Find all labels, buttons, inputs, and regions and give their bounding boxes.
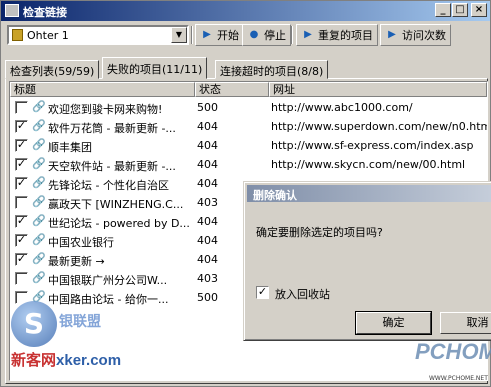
row-status: 404 bbox=[197, 234, 218, 247]
link-icon: 🔗 bbox=[32, 119, 46, 132]
start-button-label: 开始 bbox=[217, 29, 239, 42]
link-icon: 🔗 bbox=[32, 233, 46, 246]
row-url: http://www.abc1000.com/ bbox=[271, 101, 413, 114]
toolbar: Ohter 1 ▼ ▶ 开始 ● 停止 ▶ 重复的项目 ▶ 访问次数 bbox=[1, 23, 490, 49]
column-title-header[interactable]: 标题 bbox=[10, 82, 195, 97]
tab-timeout-items[interactable]: 连接超时的项目(8/8) bbox=[215, 60, 329, 79]
tab-failed-items[interactable]: 失败的项目(11/11) bbox=[102, 57, 208, 79]
table-row[interactable]: ✓ 🔗 天空软件站 - 最新更新 -... 404 http://www.skycn.c… bbox=[10, 155, 487, 174]
row-status: 404 bbox=[197, 177, 218, 190]
recycle-bin-checkbox-label[interactable]: 放入回收站 bbox=[275, 286, 330, 302]
toolbar-separator bbox=[291, 26, 293, 44]
link-icon: 🔗 bbox=[32, 195, 46, 208]
row-status: 404 bbox=[197, 120, 218, 133]
app-icon bbox=[5, 4, 19, 17]
row-title: 软件万花筒 - 最新更新 -... bbox=[48, 122, 176, 135]
visits-button-label: 访问次数 bbox=[402, 29, 446, 42]
link-icon: 🔗 bbox=[32, 214, 46, 227]
chevron-down-icon[interactable]: ▼ bbox=[171, 27, 187, 43]
row-title: 先锋论坛 - 个性化自治区 bbox=[48, 179, 169, 192]
title-bar: 检查链接 _ □ × bbox=[1, 1, 490, 21]
table-row[interactable]: ✓ 🔗 软件万花筒 - 最新更新 -... 404 http://www.superdo… bbox=[10, 117, 487, 136]
window-title: 检查链接 bbox=[23, 6, 67, 19]
row-checkbox[interactable] bbox=[15, 291, 28, 304]
visits-button[interactable]: ▶ 访问次数 bbox=[380, 24, 451, 46]
dialog-title: 删除确认 bbox=[247, 185, 491, 202]
row-checkbox[interactable]: ✓ bbox=[15, 253, 28, 266]
tab-check-list[interactable]: 检查列表(59/59) bbox=[5, 60, 100, 79]
stop-button-label: 停止 bbox=[264, 29, 286, 42]
row-checkbox[interactable] bbox=[15, 196, 28, 209]
link-icon: 🔗 bbox=[32, 138, 46, 151]
column-status-header[interactable]: 状态 bbox=[195, 82, 269, 97]
profile-combo-value: Ohter 1 bbox=[27, 29, 69, 42]
play-icon: ▶ bbox=[388, 29, 396, 40]
recycle-bin-checkbox[interactable]: ✓ bbox=[256, 286, 269, 299]
row-title: 最新更新 → bbox=[48, 255, 105, 268]
row-checkbox[interactable]: ✓ bbox=[15, 139, 28, 152]
link-icon: 🔗 bbox=[32, 157, 46, 170]
stop-button[interactable]: ● 停止 bbox=[242, 24, 291, 46]
row-status: 500 bbox=[197, 291, 218, 304]
link-icon: 🔗 bbox=[32, 100, 46, 113]
table-row[interactable]: ✓ 🔗 顺丰集团 404 http://www.sf-express.com/index… bbox=[10, 136, 487, 155]
row-title: 中国银联广州分公司W... bbox=[48, 274, 168, 287]
toolbar-separator bbox=[191, 26, 193, 44]
play-icon: ▶ bbox=[203, 29, 211, 40]
row-status: 403 bbox=[197, 196, 218, 209]
profile-combo[interactable]: Ohter 1 ▼ bbox=[7, 25, 189, 45]
row-checkbox[interactable]: ✓ bbox=[15, 120, 28, 133]
row-title: 顺丰集团 bbox=[48, 141, 92, 154]
list-header: 标题 状态 网址 bbox=[10, 82, 487, 97]
link-icon: 🔗 bbox=[32, 290, 46, 303]
link-icon: 🔗 bbox=[32, 271, 46, 284]
duplicates-button-label: 重复的项目 bbox=[318, 29, 373, 42]
row-title: 赢政天下 [WINZHENG.C... bbox=[48, 198, 184, 211]
row-checkbox[interactable]: ✓ bbox=[15, 177, 28, 190]
row-status: 404 bbox=[197, 253, 218, 266]
row-checkbox[interactable]: ✓ bbox=[15, 215, 28, 228]
row-checkbox[interactable] bbox=[15, 272, 28, 285]
row-url: http://www.skycn.com/new/00.html bbox=[271, 158, 466, 171]
table-row[interactable]: 🔗 欢迎您到骏卡网来购物! 500 http://www.abc1000.com/ bbox=[10, 98, 487, 117]
main-window: 检查链接 _ □ × Ohter 1 ▼ ▶ 开始 ● 停止 ▶ 重复的项目 ▶… bbox=[0, 0, 491, 387]
delete-confirm-dialog: 删除确认 确定要删除选定的项目吗? ✓ 放入回收站 确定 取消 bbox=[243, 181, 491, 341]
stop-icon: ● bbox=[249, 29, 259, 40]
row-title: 中国农业银行 bbox=[48, 236, 114, 249]
row-status: 404 bbox=[197, 139, 218, 152]
play-icon: ▶ bbox=[304, 29, 312, 40]
ok-button[interactable]: 确定 bbox=[355, 311, 432, 335]
row-title: 世纪论坛 - powered by D... bbox=[48, 217, 190, 230]
minimize-button[interactable]: _ bbox=[435, 3, 451, 17]
row-checkbox[interactable] bbox=[15, 101, 28, 114]
row-title: 天空软件站 - 最新更新 -... bbox=[48, 160, 176, 173]
row-url: http://www.sf-express.com/index.asp bbox=[271, 139, 474, 152]
start-button[interactable]: ▶ 开始 bbox=[195, 24, 244, 46]
row-title: 欢迎您到骏卡网来购物! bbox=[48, 103, 163, 116]
folder-icon bbox=[12, 29, 23, 41]
cancel-button[interactable]: 取消 bbox=[440, 312, 491, 334]
row-status: 403 bbox=[197, 272, 218, 285]
close-button[interactable]: × bbox=[471, 3, 487, 17]
row-url: http://www.superdown.com/new/n0.htm bbox=[271, 120, 488, 133]
column-url-header[interactable]: 网址 bbox=[269, 82, 487, 97]
dialog-message: 确定要删除选定的项目吗? bbox=[256, 226, 383, 239]
row-checkbox[interactable]: ✓ bbox=[15, 234, 28, 247]
row-status: 500 bbox=[197, 101, 218, 114]
row-status: 404 bbox=[197, 215, 218, 228]
row-title: 中国路由论坛 - 给你一... bbox=[48, 293, 169, 306]
duplicates-button[interactable]: ▶ 重复的项目 bbox=[296, 24, 378, 46]
link-icon: 🔗 bbox=[32, 176, 46, 189]
link-icon: 🔗 bbox=[32, 252, 46, 265]
maximize-button[interactable]: □ bbox=[452, 3, 468, 17]
row-checkbox[interactable]: ✓ bbox=[15, 158, 28, 171]
row-status: 404 bbox=[197, 158, 218, 171]
